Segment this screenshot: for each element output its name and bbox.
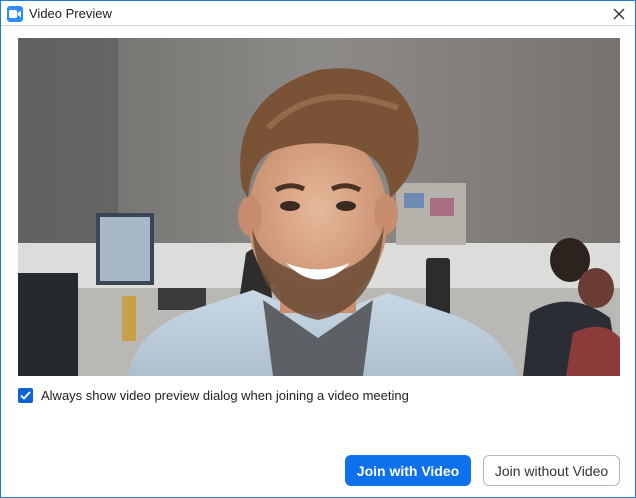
camera-feed-image	[18, 38, 620, 376]
always-show-preview-checkbox[interactable]	[18, 387, 33, 403]
always-show-preview-option[interactable]: Always show video preview dialog when jo…	[18, 386, 409, 404]
zoom-video-camera-icon	[7, 6, 23, 22]
video-preview-area	[18, 38, 620, 376]
join-without-video-button[interactable]: Join without Video	[483, 455, 620, 486]
window-title: Video Preview	[29, 6, 112, 21]
close-button[interactable]	[609, 4, 629, 24]
video-preview-dialog: Video Preview Always show video preview …	[0, 0, 636, 498]
checkmark-icon	[20, 390, 31, 400]
join-with-video-button[interactable]: Join with Video	[345, 455, 471, 486]
close-icon	[613, 8, 625, 20]
title-bar[interactable]: Video Preview	[1, 1, 635, 26]
always-show-preview-label: Always show video preview dialog when jo…	[41, 387, 409, 403]
